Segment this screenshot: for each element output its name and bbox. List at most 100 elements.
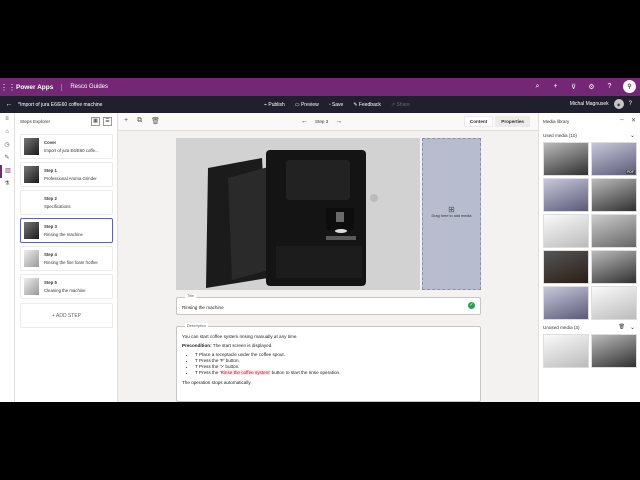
step-item-1[interactable]: Step 1 Professional Aroma Grinder (20, 162, 113, 187)
step-title: Step 4 (44, 252, 57, 257)
step-subtitle: Professional Aroma Grinder (44, 176, 97, 181)
app-name[interactable]: Power Apps (16, 83, 63, 91)
tab-content[interactable]: Content (463, 116, 494, 127)
step-item-2[interactable]: Step 2 Specifications (20, 190, 113, 215)
precondition-line: Precondition: The start screen is displa… (182, 343, 475, 349)
description-outro: The operation stops automatically. (182, 379, 252, 385)
step-subtitle: Specifications (44, 204, 71, 209)
guides-icon[interactable]: ▥ (0, 165, 14, 178)
media-dropzone[interactable]: ⊞ Drag here to add media (422, 138, 481, 290)
media-thumbnail[interactable] (543, 286, 589, 320)
clock-icon[interactable]: ◷ (0, 139, 14, 152)
media-thumbnail[interactable] (591, 214, 637, 248)
search-icon[interactable]: ⌕ (533, 83, 542, 91)
environment-name[interactable]: Resco Guides (70, 84, 108, 90)
user-avatar: ◉ (613, 99, 624, 109)
step-title: Step 1 (44, 168, 57, 173)
feedback-button[interactable]: ✎ Feedback (353, 102, 381, 108)
share-label: Share (396, 101, 410, 108)
step-subtitle: Import of jura E6/E60 coffe... (44, 148, 99, 153)
instruction-list: T Place a receptacle under the coffee sp… (195, 352, 475, 377)
preview-button[interactable]: ▭ Preview (295, 102, 319, 108)
chevron-down-icon[interactable]: ⌄ (630, 324, 635, 331)
user-info[interactable]: Michal Magnusek ◉ ? (570, 99, 632, 109)
media-thumbnail[interactable] (591, 286, 637, 320)
top-bar-actions: ⌕ + ⊽ ⚙ ? ⚲ (533, 80, 636, 93)
step-subtitle: Rinsing the fine foam frother (44, 260, 98, 265)
media-thumbnail[interactable] (543, 178, 589, 212)
media-thumbnail[interactable] (543, 142, 589, 176)
save-button[interactable]: ▫ Save (329, 102, 344, 108)
title-field-label: Title (185, 294, 197, 298)
step-thumbnail (24, 222, 39, 239)
list-item: T Press the 'Rinse the coffee system' bu… (195, 370, 475, 376)
title-field-value: Rinsing the machine (182, 305, 224, 310)
media-thumbnail[interactable] (591, 178, 637, 212)
user-name: Michal Magnusek (569, 101, 609, 107)
step-thumbnail (24, 194, 39, 211)
list-view-icon[interactable]: ☰ (103, 117, 112, 126)
step-item-4[interactable]: Step 4 Rinsing the fine foam frother (20, 246, 113, 271)
save-label: Save (331, 101, 344, 108)
media-thumbnail[interactable] (591, 334, 637, 368)
highlighted-text: Rinse the coffee system (220, 370, 270, 376)
add-icon[interactable]: + (551, 83, 560, 90)
guide-title: *Import of jura E6/E60 coffee machine (18, 101, 103, 108)
back-arrow-icon[interactable]: ← (0, 101, 18, 108)
step-thumbnail (24, 138, 39, 155)
steps-explorer: Steps Explorer ▦ ☰ Cover Import of jura E… (15, 113, 118, 402)
avatar[interactable]: ⚲ (623, 80, 636, 93)
precondition-text: The start screen is displayed. (211, 342, 273, 348)
used-media-section[interactable]: Used media (10) ⌄ (539, 131, 640, 142)
list-item-text: T Press the ' (195, 370, 221, 376)
delete-icon[interactable]: 🗑 (619, 324, 625, 330)
step-item-3[interactable]: Step 3 Rinsing the machine (20, 218, 113, 243)
flask-icon[interactable]: ⚗ (0, 178, 14, 191)
step-title: Step 3 (44, 224, 57, 229)
media-thumbnail[interactable] (543, 334, 589, 368)
media-thumbnail[interactable]: PDF (591, 142, 637, 176)
steps-explorer-header: Steps Explorer ▦ ☰ (15, 113, 117, 131)
previous-step-icon[interactable]: ← (301, 118, 308, 125)
media-thumbnail[interactable] (543, 214, 589, 248)
step-item-5[interactable]: Step 5 Cleaning the machine (20, 274, 113, 299)
waffle-icon[interactable]: ⋮⋮ (0, 83, 16, 92)
gear-icon[interactable]: ⚙ (587, 83, 596, 91)
step-thumbnail (24, 278, 39, 295)
top-bar: ⋮⋮ Power Apps Resco Guides ⌕ + ⊽ ⚙ ? ⚲ (0, 78, 640, 96)
unused-media-section[interactable]: Unused media (3) ⌄ 🗑 (539, 323, 640, 334)
media-thumbnail[interactable] (591, 250, 637, 284)
editor-toolbar: + ⧉ 🗑 ← Step 3 → Content Properties (118, 113, 538, 131)
link-icon[interactable]: ⇔ (619, 117, 625, 124)
left-nav: ≡ ⌂ ◷ ✎ ▥ ⚗ (0, 113, 15, 402)
command-actions: ⌁ Publish ▭ Preview ▫ Save ✎ Feedback ↗ … (264, 102, 410, 108)
share-button[interactable]: ↗ Share (391, 102, 410, 108)
delete-icon[interactable]: 🗑 (151, 117, 160, 125)
title-field[interactable]: Title Rinsing the machine ✓ (176, 294, 481, 315)
help-icon[interactable]: ? (605, 83, 614, 90)
list-item-text: ' button to start the rinse operation. (269, 370, 341, 376)
help-icon[interactable]: ? (629, 101, 632, 107)
publish-label: Publish (268, 101, 285, 108)
filter-icon[interactable]: ⊽ (569, 83, 578, 91)
close-icon[interactable]: ✕ (631, 117, 636, 124)
pin-icon[interactable]: ✎ (0, 152, 14, 165)
step-media-image[interactable] (176, 138, 420, 290)
next-step-icon[interactable]: → (335, 118, 342, 125)
step-item-cover[interactable]: Cover Import of jura E6/E60 coffe... (20, 134, 113, 159)
media-thumbnail[interactable] (543, 250, 589, 284)
description-field[interactable]: Description You can start coffee system … (176, 323, 481, 402)
add-step-button[interactable]: + ADD STEP (20, 303, 113, 328)
copy-icon[interactable]: ⧉ (137, 117, 142, 125)
precondition-label: Precondition: (182, 342, 212, 348)
grid-view-icon[interactable]: ▦ (91, 117, 100, 126)
media-library-header: Media library ⇔ ✕ (539, 113, 640, 131)
hamburger-icon[interactable]: ≡ (0, 113, 14, 126)
publish-button[interactable]: ⌁ Publish (264, 102, 285, 108)
chevron-down-icon[interactable]: ⌄ (630, 132, 635, 139)
home-icon[interactable]: ⌂ (0, 126, 14, 139)
tab-properties[interactable]: Properties (495, 116, 530, 127)
step-thumbnail (24, 166, 39, 183)
pdf-badge: PDF (626, 170, 635, 174)
add-icon[interactable]: + (124, 117, 128, 125)
